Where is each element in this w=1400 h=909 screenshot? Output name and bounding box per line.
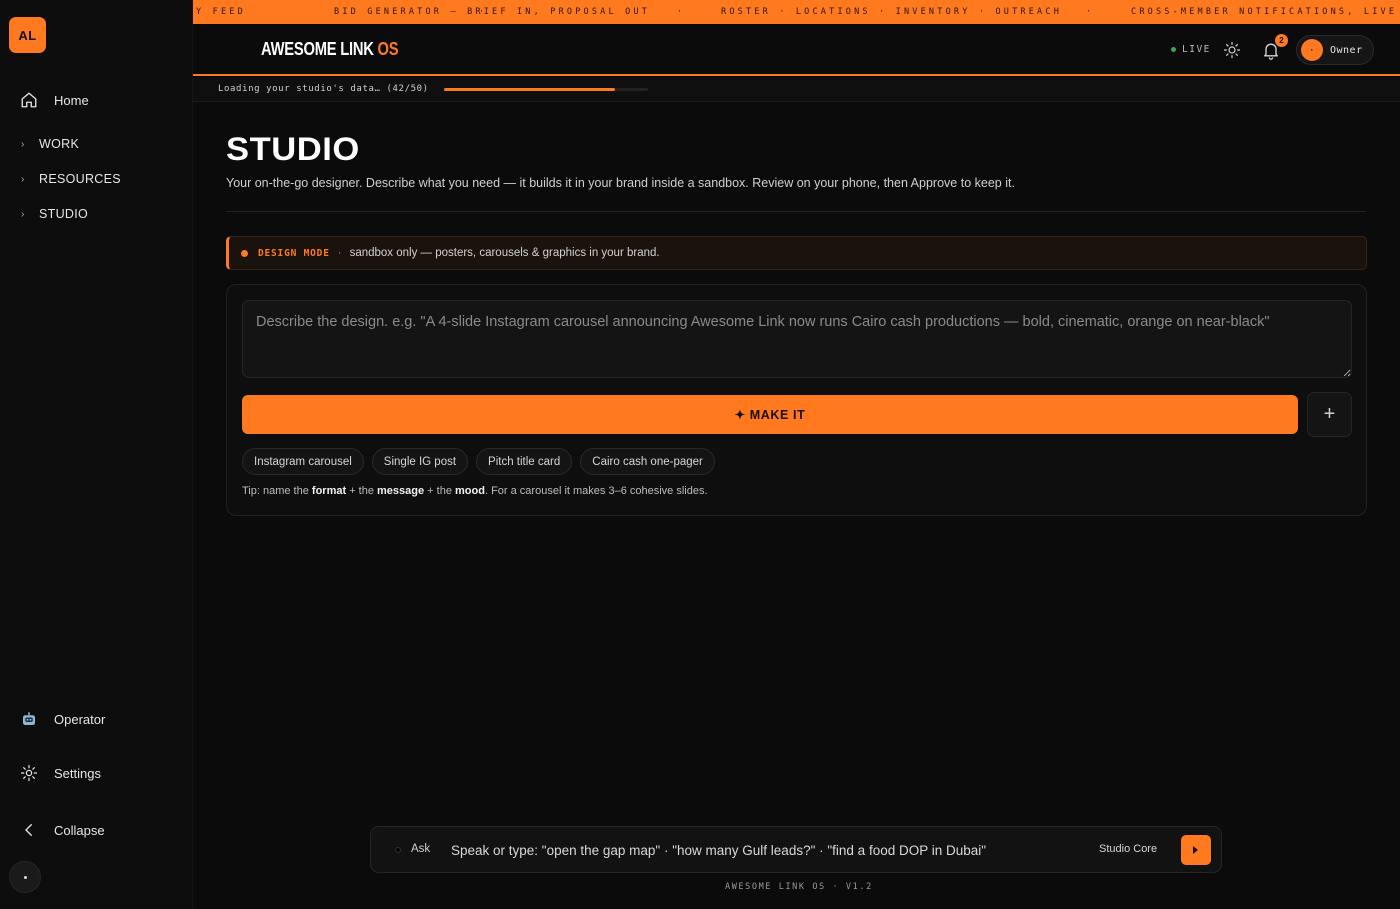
app-logo[interactable]: AL [9,17,46,53]
preset-chips: Instagram carousel Single IG post Pitch … [242,448,715,475]
user-name: Owner [1330,44,1363,56]
chip-cairo-cash-one-pager[interactable]: Cairo cash one-pager [580,448,715,475]
mode-separator: · [337,247,342,259]
home-icon [21,92,37,108]
sidebar-group-label: WORK [39,137,80,151]
sidebar: AL Home › WORK › RESOURCES › STUDIO Oper… [0,0,193,909]
ticker-separator: · [1086,7,1095,17]
mode-label: DESIGN MODE [258,247,330,259]
ask-label: Ask [411,843,431,855]
tip-message: message [377,485,425,497]
loading-progress-fill [444,88,616,91]
user-menu-button[interactable]: · Owner [1296,35,1374,65]
brand-name: AWESOME LINK [261,39,374,59]
chip-pitch-title-card[interactable]: Pitch title card [476,448,573,475]
page-title: STUDIO [226,131,360,167]
chevron-right-icon: › [21,173,25,185]
send-button[interactable] [1181,835,1211,865]
avatar: · [1301,39,1323,61]
sidebar-group-label: STUDIO [39,207,89,221]
sidebar-group-resources[interactable]: › RESOURCES [21,172,121,186]
sidebar-item-label: Operator [54,711,106,727]
sidebar-group-studio[interactable]: › STUDIO [21,207,88,221]
ask-input[interactable] [451,838,1101,862]
announcement-ticker: Y FEED · BID GENERATOR — BRIEF IN, PROPO… [193,0,1400,24]
ticker-item: ROSTER · LOCATIONS · INVENTORY · OUTREAC… [721,7,1063,17]
sidebar-item-home[interactable]: Home [20,88,89,112]
mode-dot-icon [241,249,248,257]
theme-toggle-sun-icon[interactable] [1223,41,1241,59]
chip-single-ig-post[interactable]: Single IG post [371,448,469,475]
tip-part: . For a carousel it makes 3–6 cohesive s… [484,485,708,497]
design-prompt-input[interactable] [242,300,1352,378]
ticker-item: Y FEED [196,7,246,17]
tip-format: format [311,485,347,497]
tip-part: Tip: name the [242,485,312,497]
chip-instagram-carousel[interactable]: Instagram carousel [242,448,364,475]
make-it-button[interactable]: ✦ MAKE IT [242,395,1298,434]
ticker-item: BID GENERATOR — BRIEF IN, PROPOSAL OUT [334,7,651,17]
brand-wordmark[interactable]: AWESOME LINK OS [261,39,399,60]
ticker-item: CROSS-MEMBER NOTIFICATIONS, LIVE [1131,7,1398,17]
sidebar-item-label: Collapse [54,822,105,838]
ask-bar: Ask Studio Core [370,826,1222,873]
chevron-left-icon [25,824,32,836]
collapse-button[interactable]: Collapse [20,821,105,839]
sidebar-item-settings[interactable]: Settings [20,764,101,782]
tip-text: Tip: name the format + the message + the… [242,485,708,497]
mode-description: sandbox only — posters, carousels & grap… [349,247,660,259]
sun-gear-icon [20,764,38,782]
robot-icon [23,712,35,725]
loading-progress-track [444,88,648,91]
tip-part: + the [424,485,456,497]
ticker-separator: · [677,7,686,17]
chevron-right-icon: › [21,208,25,220]
sidebar-status-button[interactable] [9,861,41,893]
live-status: LIVE [1171,44,1211,55]
chevron-right-icon: › [21,138,25,150]
app-version-footer: AWESOME LINK OS · V1.2 [725,882,873,892]
sidebar-item-label: Home [54,92,89,108]
notification-badge: 2 [1275,34,1288,47]
tip-part: + the [346,485,378,497]
mic-status-dot-icon [395,847,401,853]
divider [226,211,1366,212]
page-subtitle: Your on-the-go designer. Describe what y… [226,176,1015,190]
brand-accent: OS [377,39,399,59]
top-bar: AWESOME LINK OS LIVE 2 · Owner [193,24,1400,76]
add-attachment-button[interactable]: + [1307,392,1352,437]
live-label: LIVE [1182,44,1211,55]
sidebar-item-label: Settings [54,765,101,781]
sidebar-item-operator[interactable]: Operator [20,710,105,728]
loading-text: Loading your studio's data… (42/50) [218,84,429,94]
loading-strip: Loading your studio's data… (42/50) [193,78,1400,102]
model-selector[interactable]: Studio Core [1099,843,1157,855]
dot-icon [23,875,27,879]
design-mode-banner: DESIGN MODE · sandbox only — posters, ca… [226,236,1367,270]
play-icon [1193,846,1198,854]
design-composer-card: ✦ MAKE IT + Instagram carousel Single IG… [226,284,1367,516]
sidebar-group-label: RESOURCES [39,172,121,186]
tip-mood: mood [455,485,485,497]
sidebar-group-work[interactable]: › WORK [21,137,79,151]
live-dot-icon [1171,47,1176,52]
